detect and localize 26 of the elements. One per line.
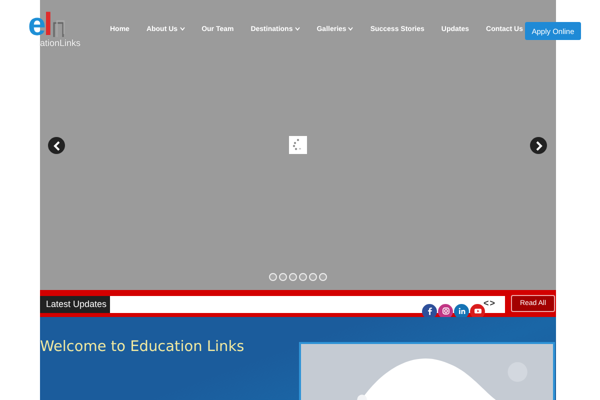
next-slide-button[interactable] — [530, 137, 547, 154]
instagram-icon[interactable] — [438, 304, 453, 318]
caret-icon — [294, 27, 300, 31]
caret-icon — [180, 27, 185, 31]
previous-update-button[interactable]: < — [483, 298, 489, 308]
logo-letter[interactable]: e — [28, 10, 44, 38]
slide-dot[interactable] — [289, 273, 297, 281]
previous-slide-button[interactable] — [48, 137, 65, 154]
caret-icon — [348, 27, 354, 31]
slide-dot[interactable] — [279, 273, 287, 281]
welcome-heading: Welcome to Education Links — [40, 339, 244, 355]
youtube-icon[interactable] — [470, 304, 485, 318]
slide-dot[interactable] — [319, 273, 327, 281]
next-update-button[interactable]: > — [490, 298, 495, 308]
slide-dot[interactable] — [269, 273, 277, 281]
loading-icon — [289, 136, 307, 154]
chevron-left-icon — [52, 140, 60, 150]
book-icon — [52, 20, 65, 38]
logo-letter[interactable]: l — [44, 10, 51, 38]
logo-text[interactable]: ationLinks — [40, 38, 92, 49]
chevron-right-icon — [534, 140, 542, 150]
latest-updates-label: Latest Updates — [40, 296, 110, 312]
facebook-icon[interactable] — [422, 304, 437, 318]
slide-dot[interactable] — [299, 273, 307, 281]
linkedin-icon[interactable] — [454, 304, 469, 318]
slide-dot[interactable] — [309, 273, 317, 281]
